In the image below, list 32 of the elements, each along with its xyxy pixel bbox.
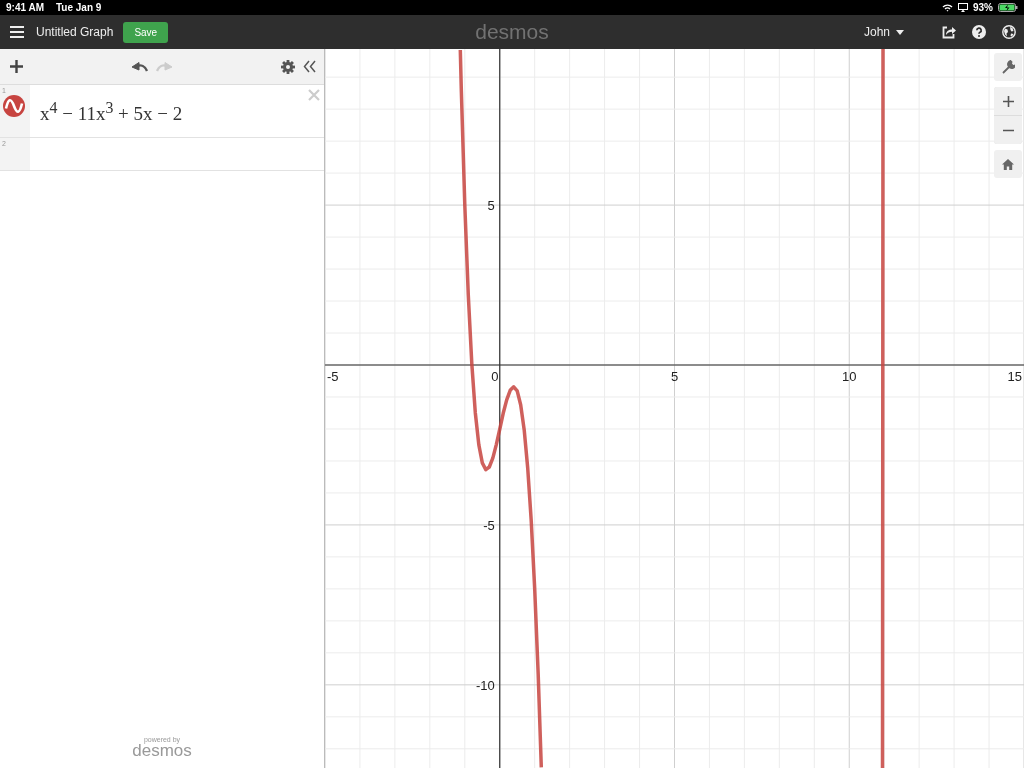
graph-title[interactable]: Untitled Graph [36, 25, 114, 39]
axis-label: 0 [491, 369, 499, 384]
help-icon[interactable] [972, 25, 986, 39]
globe-icon[interactable] [1002, 25, 1016, 39]
home-icon[interactable] [994, 150, 1022, 178]
expression-formula[interactable]: x$^{4}$ − 11x$^{3}$ + 5x − 2 [30, 85, 324, 137]
wave-icon[interactable] [3, 95, 25, 117]
axis-label: -10 [475, 677, 495, 693]
axis-label: 15 [1007, 369, 1022, 384]
status-date: Tue Jan 9 [56, 2, 102, 13]
share-icon[interactable] [942, 25, 956, 39]
caret-icon [896, 29, 904, 35]
menu-icon[interactable] [10, 26, 24, 38]
desmos-logo: desmos [475, 20, 549, 43]
status-time: 9:41 AM [6, 2, 44, 13]
axis-label: -5 [483, 517, 495, 533]
wrench-icon[interactable] [994, 53, 1022, 81]
axis-label: 5 [670, 369, 679, 384]
axis-label: 5 [487, 198, 495, 214]
zoom-in-button[interactable] [994, 87, 1022, 115]
add-icon[interactable] [10, 60, 23, 73]
collapse-icon[interactable] [303, 60, 316, 73]
screen-mirror-icon [958, 3, 968, 12]
axis-label: -5 [327, 369, 339, 384]
axis-label: 10 [842, 369, 857, 384]
wifi-icon [942, 3, 953, 12]
battery-percent: 93% [973, 2, 993, 13]
plus-icon [1002, 95, 1014, 107]
desmos-logo: desmos [132, 743, 192, 758]
user-menu[interactable]: John [863, 25, 904, 39]
undo-icon[interactable] [132, 61, 148, 72]
settings-icon[interactable] [281, 59, 295, 74]
